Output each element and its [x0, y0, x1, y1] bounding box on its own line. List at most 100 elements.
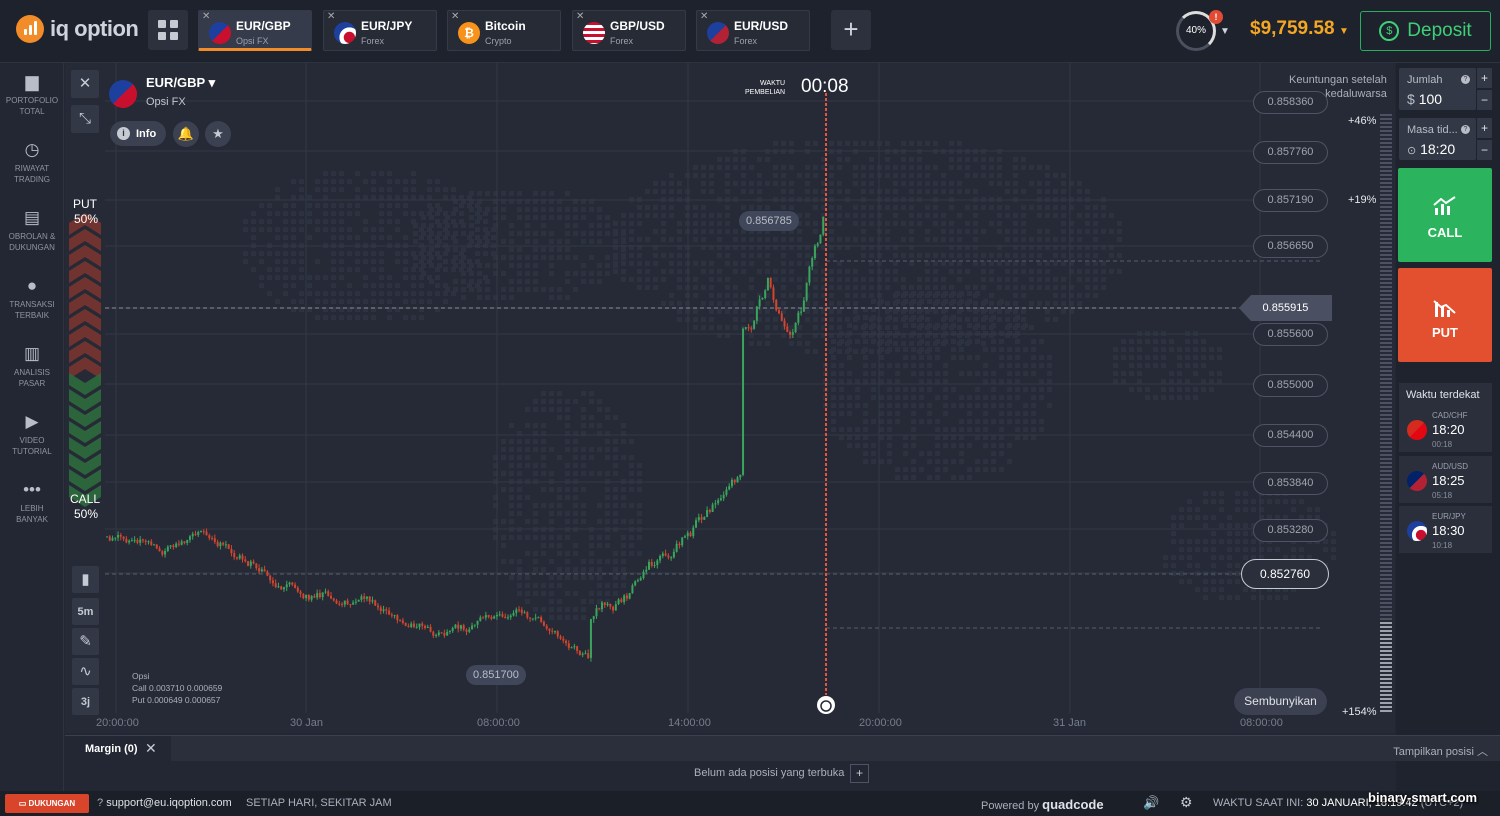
deposit-button[interactable]: $ Deposit [1360, 11, 1491, 51]
chevron-down-icon[interactable]: ▼ [1339, 26, 1349, 37]
map-dot [855, 403, 860, 408]
timeframe-button[interactable]: 5m [72, 598, 99, 625]
email-link[interactable]: ? support@eu.iqoption.com [97, 797, 232, 809]
amount-minus-button[interactable]: − [1477, 90, 1492, 110]
map-dot [1161, 379, 1166, 384]
map-dot [645, 205, 650, 210]
hide-button[interactable]: Sembunyikan [1234, 688, 1327, 715]
map-dot [605, 511, 610, 516]
close-chart-button[interactable]: ✕ [71, 70, 99, 98]
expiry-plus-button[interactable]: + [1477, 118, 1492, 138]
put-button[interactable]: PUT [1398, 268, 1492, 362]
candle-body [468, 629, 471, 632]
map-dot [565, 559, 570, 564]
sidebar-item-analysis[interactable]: ▥ ANALISIS PASAR [0, 345, 64, 389]
map-dot [1187, 539, 1192, 544]
map-dot [765, 261, 770, 266]
map-dot [549, 207, 554, 212]
map-dot [637, 551, 642, 556]
asset-name[interactable]: EUR/GBP ▾ [146, 75, 215, 91]
opsi-summary[interactable]: Opsi Call 0.003710 0.000659 Put 0.000649… [132, 670, 222, 706]
help-icon[interactable]: ? [1461, 125, 1470, 134]
map-dot [483, 219, 488, 224]
show-positions-button[interactable]: Tampilkan posisi ︿ [1393, 743, 1488, 759]
candle-body [520, 609, 523, 613]
map-dot [331, 219, 336, 224]
sidebar-label: TERBAIK [14, 311, 50, 320]
map-dot [959, 451, 964, 456]
expiry-field[interactable]: Masa tid... ? ⊙ 18:20 [1399, 118, 1476, 160]
map-dot [1299, 499, 1304, 504]
expiry-value[interactable]: ⊙ 18:20 [1407, 141, 1455, 157]
map-dot [1031, 427, 1036, 432]
sidebar-item-top-trades[interactable]: ● TRANSAKSI TERBAIK [0, 277, 64, 321]
indicator-icon[interactable]: ∿ [72, 658, 99, 685]
balance[interactable]: $9,759.58 [1250, 18, 1335, 40]
map-dot [845, 301, 850, 306]
price-chart[interactable] [65, 63, 1395, 733]
map-dot [291, 195, 296, 200]
close-icon[interactable]: ✕ [576, 11, 584, 22]
close-icon[interactable]: ✕ [451, 11, 459, 22]
candle-body [465, 629, 468, 632]
sidebar-item-history[interactable]: ◷ RIWAYAT TRADING [0, 141, 64, 185]
map-dot [549, 575, 554, 580]
sidebar-item-more[interactable]: ••• LEBIH BANYAK [0, 481, 64, 525]
expiry-item[interactable]: CAD/CHF 18:20 00:18 [1399, 405, 1492, 452]
asset-grid-button[interactable] [148, 10, 188, 50]
map-dot [981, 253, 986, 258]
star-icon[interactable]: ★ [205, 121, 231, 147]
map-dot [1177, 371, 1182, 376]
asset-tab-gbp-usd[interactable]: ✕ GBP/USD Forex [572, 10, 686, 51]
map-dot [581, 487, 586, 492]
expiry-item[interactable]: AUD/USD 18:25 05:18 [1399, 456, 1492, 503]
map-dot [549, 615, 554, 620]
close-icon[interactable]: ✕ [700, 11, 708, 22]
expiry-item[interactable]: EUR/JPY 18:30 10:18 [1399, 506, 1492, 553]
map-dot [901, 277, 906, 282]
close-icon[interactable]: ✕ [145, 740, 157, 757]
candle-type-icon[interactable]: ▮ [72, 566, 99, 593]
asset-tab-eur-gbp[interactable]: ✕ EUR/GBP Opsi FX [198, 10, 312, 51]
logo[interactable]: iq option [16, 15, 139, 43]
map-dot [661, 205, 666, 210]
map-dot [677, 309, 682, 314]
sidebar-item-chat[interactable]: ▤ OBROLAN & DUKUNGAN [0, 209, 64, 253]
pencil-icon[interactable]: ✎ [72, 628, 99, 655]
amount-field[interactable]: Jumlah ? $ 100 [1399, 68, 1476, 110]
bell-icon[interactable]: 🔔 [173, 121, 199, 147]
support-button[interactable]: ▭ DUKUNGAN [5, 794, 89, 813]
map-dot [429, 215, 434, 220]
map-dot [879, 299, 884, 304]
info-button[interactable]: i Info [110, 121, 166, 146]
candle-body [354, 601, 357, 603]
asset-tab-eur-jpy[interactable]: ✕ EUR/JPY Forex [323, 10, 437, 51]
call-button[interactable]: CALL [1398, 168, 1492, 262]
map-dot [573, 487, 578, 492]
map-dot [1161, 387, 1166, 392]
close-icon[interactable]: ✕ [202, 11, 210, 22]
close-icon[interactable]: ✕ [327, 11, 335, 22]
map-dot [379, 211, 384, 216]
expiry-minus-button[interactable]: − [1477, 140, 1492, 160]
map-dot [1045, 277, 1050, 282]
amount-value[interactable]: $ 100 [1407, 91, 1442, 107]
map-dot [717, 229, 722, 234]
period-button[interactable]: 3j [72, 688, 99, 715]
asset-tab-bitcoin[interactable]: ✕ ₿ Bitcoin Crypto [447, 10, 561, 51]
map-dot [1045, 181, 1050, 186]
add-asset-button[interactable]: + [831, 10, 871, 50]
map-dot [1085, 269, 1090, 274]
help-icon[interactable]: ? [1461, 75, 1470, 84]
asset-tab-eur-usd[interactable]: ✕ EUR/USD Forex [696, 10, 810, 51]
sidebar-item-video[interactable]: ▶ VIDEO TUTORIAL [0, 413, 64, 457]
chevron-down-icon[interactable]: ▼ [1220, 26, 1230, 37]
gear-icon[interactable]: ⚙ [1180, 794, 1193, 811]
volume-icon[interactable]: 🔊 [1143, 795, 1159, 811]
sidebar-item-portfolio[interactable]: ▆ PORTOFOLIO TOTAL [0, 73, 64, 117]
strike-price-selector[interactable]: 0.852760 [1241, 559, 1329, 589]
amount-plus-button[interactable]: + [1477, 68, 1492, 88]
add-position-button[interactable]: + [850, 764, 869, 783]
collapse-icon[interactable]: ⤡ [71, 105, 99, 133]
map-dot [251, 267, 256, 272]
